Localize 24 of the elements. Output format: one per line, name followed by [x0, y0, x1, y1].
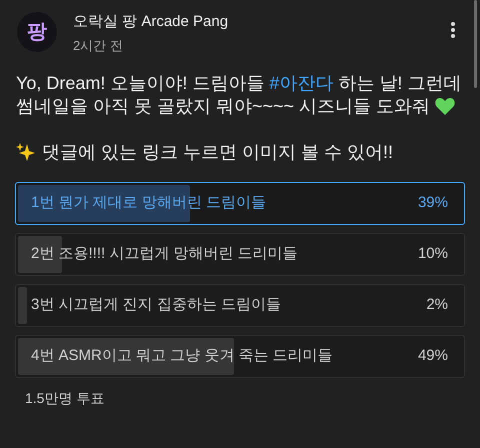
- post-time: 2시간 전: [73, 37, 124, 55]
- sparkles-icon: [16, 142, 36, 162]
- scrollbar[interactable]: [474, 0, 477, 88]
- more-options-icon[interactable]: [451, 22, 455, 38]
- post-note: 댓글에 있는 링크 누르면 이미지 볼 수 있어!!: [42, 140, 394, 164]
- option-label: 3번 시끄럽게 진지 집중하는 드림이들: [31, 294, 282, 315]
- option-label: 1번 뭔가 제대로 망해버린 드림이들: [31, 192, 266, 213]
- option-label: 2번 조용!!!! 시끄럽게 망해버린 드리미들: [31, 244, 298, 264]
- vote-count: 1.5만명 투표: [24, 388, 106, 408]
- hashtag-link[interactable]: #아잔다: [269, 72, 334, 92]
- poll-option[interactable]: 4번 ASMR이고 뭐고 그냥 웃겨 죽는 드리미들 49%: [15, 334, 465, 378]
- poll-option[interactable]: 1번 뭔가 제대로 망해버린 드림이들 39%: [15, 182, 465, 224]
- channel-name[interactable]: 오락실 팡 Arcade Pang: [73, 12, 228, 32]
- option-percent: 2%: [426, 294, 448, 315]
- option-label: 4번 ASMR이고 뭐고 그냥 웃겨 죽는 드리미들: [31, 346, 333, 366]
- poll-option[interactable]: 3번 시끄럽게 진지 집중하는 드림이들 2%: [15, 284, 465, 326]
- option-percent: 39%: [418, 192, 448, 213]
- option-percent: 49%: [418, 346, 448, 366]
- poll-option[interactable]: 2번 조용!!!! 시끄럽게 망해버린 드리미들 10%: [15, 232, 465, 276]
- heart-icon: [435, 96, 456, 114]
- channel-avatar[interactable]: 팡: [17, 12, 57, 52]
- option-percent: 10%: [418, 244, 448, 264]
- avatar-logo: 팡: [27, 22, 47, 42]
- post-text: Yo, Dream! 오늘이야! 드림아들 #아잔다 하는 날! 그런데 썸네일을 아직 못 골랐지 뭐야~~~~ 시즈니들 도와줘: [16, 72, 462, 118]
